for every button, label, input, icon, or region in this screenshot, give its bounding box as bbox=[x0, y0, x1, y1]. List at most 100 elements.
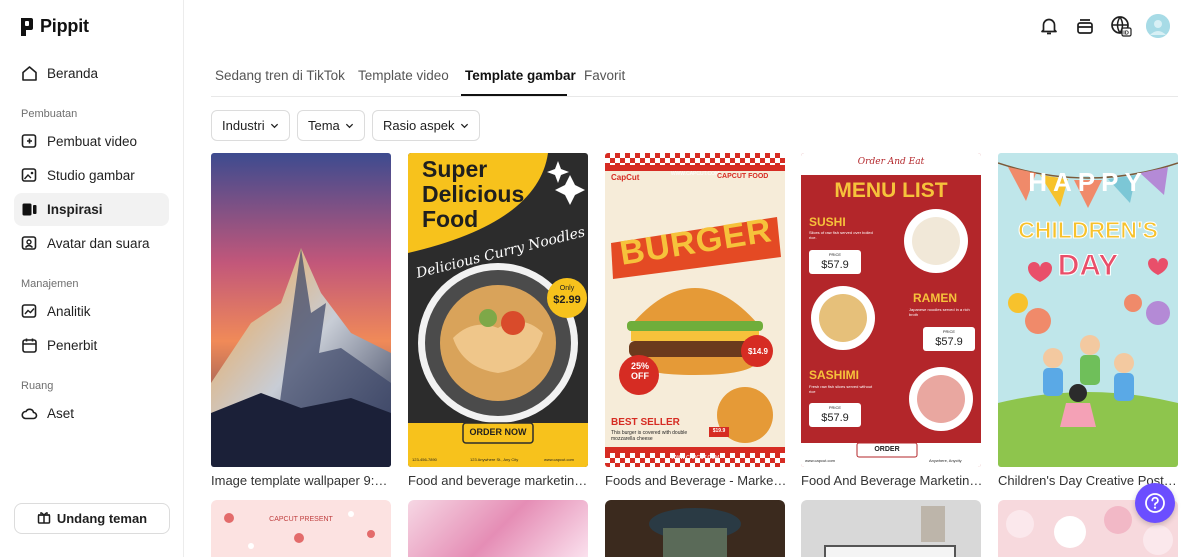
analytics-icon bbox=[21, 303, 38, 320]
chevron-down-icon bbox=[345, 123, 353, 129]
poster-phone: 123-456-7890 bbox=[412, 457, 437, 462]
template-card-preview[interactable] bbox=[605, 500, 785, 557]
avatar[interactable] bbox=[1146, 14, 1170, 38]
template-card-preview[interactable]: CAPCUT PRESENT bbox=[211, 500, 391, 557]
template-card-title[interactable]: Foods and Beverage - Marketin... bbox=[605, 473, 787, 488]
sidebar-section-management: Manajemen bbox=[21, 278, 79, 290]
poster-address: 123 Anywhere St., Any City bbox=[470, 457, 519, 462]
poster-item-1: SUSHI bbox=[809, 215, 846, 229]
sidebar: Pippit Beranda Pembuatan Pembuat video S… bbox=[0, 0, 184, 557]
language-icon[interactable]: ID bbox=[1110, 15, 1132, 37]
template-card-title[interactable]: Image template wallpaper 9:16... bbox=[211, 473, 393, 488]
video-plus-icon bbox=[21, 133, 38, 150]
calendar-icon bbox=[21, 337, 38, 354]
floral-thumbnail bbox=[224, 511, 375, 549]
sidebar-item-label: Analitik bbox=[47, 304, 91, 319]
industry-filter[interactable]: Industri bbox=[211, 110, 290, 141]
template-card-curry-noodles[interactable]: Super Delicious Food Delicious Curry Noo… bbox=[408, 153, 588, 467]
template-card-burger[interactable]: WWW.CAPCUT.COM CapCut CAPCUT FOOD BURGER… bbox=[605, 153, 785, 467]
theme-filter[interactable]: Tema bbox=[297, 110, 365, 141]
tab-trending-tiktok[interactable]: Sedang tren di TikTok bbox=[215, 68, 345, 83]
app-logo[interactable]: Pippit bbox=[20, 16, 89, 37]
chevron-down-icon bbox=[270, 123, 278, 129]
poster-price-1: $57.9 bbox=[821, 259, 849, 271]
sidebar-item-label: Inspirasi bbox=[47, 202, 103, 217]
sidebar-item-label: Pembuat video bbox=[47, 134, 138, 149]
sidebar-item-label: Avatar dan suara bbox=[47, 236, 150, 251]
poster-headline: Super Delicious Food bbox=[422, 157, 524, 232]
poster-script: Order And Eat bbox=[857, 157, 925, 167]
sidebar-item-inspiration[interactable]: Inspirasi bbox=[14, 193, 169, 226]
template-card-preview[interactable] bbox=[408, 500, 588, 557]
sidebar-section-creation: Pembuatan bbox=[21, 108, 78, 120]
sidebar-item-label: Penerbit bbox=[47, 338, 98, 353]
poster-headline: MENU LIST bbox=[834, 179, 948, 202]
sidebar-item-image-studio[interactable]: Studio gambar bbox=[14, 159, 169, 192]
tab-video-templates[interactable]: Template video bbox=[358, 68, 449, 83]
poster-price-2: $19.9 bbox=[712, 428, 726, 434]
poster-site: www.capcut.com bbox=[544, 457, 575, 462]
filter-label: Tema bbox=[308, 118, 340, 133]
poster-cta: ORDER NOW bbox=[469, 427, 527, 437]
poster-desc: This burger is covered with double mozza… bbox=[611, 430, 688, 442]
template-card-mountain[interactable] bbox=[211, 153, 391, 467]
help-button[interactable] bbox=[1135, 483, 1175, 523]
inspiration-icon bbox=[21, 201, 38, 218]
poster-site: www.capcut.com bbox=[805, 458, 836, 463]
category-tabs: Sedang tren di TikTok Template video Tem… bbox=[211, 64, 1178, 97]
poster-price-label: PRICE bbox=[828, 405, 842, 410]
template-card-preview[interactable] bbox=[801, 500, 981, 557]
chevron-down-icon bbox=[460, 123, 468, 129]
aspect-ratio-filter[interactable]: Rasio aspek bbox=[372, 110, 480, 141]
sidebar-item-avatar-voice[interactable]: Avatar dan suara bbox=[14, 227, 169, 260]
poster-item-1-desc: Slices of raw fish served over boiled ri… bbox=[809, 230, 873, 240]
template-card-menu-list[interactable]: Order And Eat MENU LIST SUSHI Slices of … bbox=[801, 153, 981, 467]
sidebar-item-publisher[interactable]: Penerbit bbox=[14, 329, 169, 362]
topbar-actions: ID bbox=[1038, 14, 1170, 38]
avatar-icon bbox=[21, 235, 38, 252]
home-icon bbox=[21, 65, 38, 82]
invite-friends-button[interactable]: Undang teman bbox=[14, 503, 170, 534]
portrait-thumbnail bbox=[649, 508, 741, 557]
svg-text:ID: ID bbox=[1123, 31, 1129, 37]
poster-headline-line: Delicious bbox=[422, 181, 525, 207]
poster-order: ORDER bbox=[874, 446, 900, 453]
template-card-title[interactable]: Food and beverage marketing ... bbox=[408, 473, 590, 488]
poster-headline-line: DAY bbox=[1057, 249, 1119, 283]
inbox-icon[interactable] bbox=[1074, 15, 1096, 37]
poster-best-seller: BEST SELLER bbox=[611, 417, 680, 428]
app-name: Pippit bbox=[40, 16, 89, 36]
sidebar-item-home[interactable]: Beranda bbox=[14, 57, 169, 90]
poster-happy: HAPPY bbox=[1028, 167, 1148, 197]
sidebar-item-label: Studio gambar bbox=[47, 168, 135, 183]
bell-icon[interactable] bbox=[1038, 15, 1060, 37]
poster-price: $2.99 bbox=[553, 294, 581, 306]
sidebar-section-space: Ruang bbox=[21, 380, 54, 392]
active-tab-indicator bbox=[461, 94, 567, 96]
poster-brand-right: CAPCUT FOOD bbox=[717, 173, 769, 180]
sidebar-item-analytics[interactable]: Analitik bbox=[14, 295, 169, 328]
sidebar-item-video-maker[interactable]: Pembuat video bbox=[14, 125, 169, 158]
app-root: Pippit Beranda Pembuatan Pembuat video S… bbox=[0, 0, 1200, 557]
poster-item-2: RAMEN bbox=[913, 291, 957, 305]
sidebar-item-assets[interactable]: Aset bbox=[14, 397, 169, 430]
poster-discount: 25% OFF bbox=[630, 361, 649, 381]
poster-headline-line: Super bbox=[422, 156, 488, 182]
poster-headline-line: CHILDREN'S bbox=[1018, 217, 1159, 244]
template-card-childrens-day[interactable]: HAPPY CHILDREN'S DAY bbox=[998, 153, 1178, 467]
image-edit-icon bbox=[21, 167, 38, 184]
poster-price: $14.9 bbox=[747, 347, 769, 356]
poster-item-3: SASHIMI bbox=[809, 368, 860, 382]
sidebar-item-label: Beranda bbox=[47, 66, 99, 81]
poster-brand: CapCut bbox=[611, 173, 640, 182]
gift-icon bbox=[37, 510, 51, 527]
poster-price-label: PRICE bbox=[828, 252, 842, 257]
childrens-day-thumbnail bbox=[998, 162, 1178, 467]
invite-label: Undang teman bbox=[56, 511, 148, 526]
template-card-title[interactable]: Food And Beverage Marketing ... bbox=[801, 473, 983, 488]
tab-favorites[interactable]: Favorit bbox=[584, 68, 625, 83]
preview-text: CAPCUT PRESENT bbox=[269, 516, 333, 523]
cloud-icon bbox=[21, 405, 38, 422]
tab-image-templates[interactable]: Template gambar bbox=[465, 68, 576, 83]
poster-item-2-desc: Japanese noodles served in a rich broth bbox=[909, 307, 970, 317]
